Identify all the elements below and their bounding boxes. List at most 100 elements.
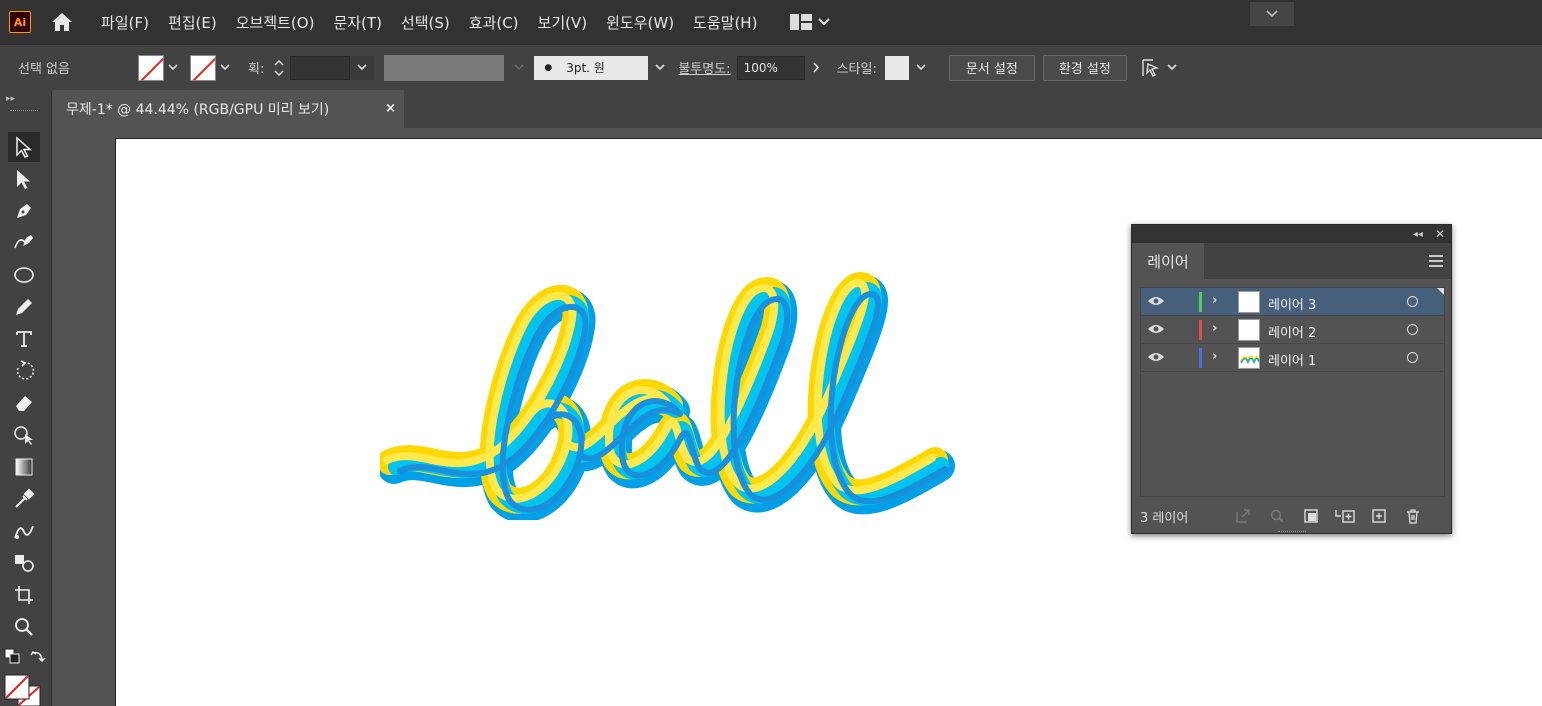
menu-item-5[interactable]: 효과(C) xyxy=(469,12,519,33)
close-panel-icon[interactable]: ✕ xyxy=(1435,227,1445,241)
panel-tabs: 레이어 xyxy=(1132,243,1451,279)
brush-definition[interactable]: ● 3pt. 원 xyxy=(534,55,649,80)
export-icon[interactable] xyxy=(1226,508,1260,524)
eye-icon[interactable] xyxy=(1147,322,1165,336)
pen-icon xyxy=(17,204,31,218)
layer-color-bar xyxy=(1199,320,1202,340)
opacity-field[interactable]: 100% xyxy=(736,55,805,80)
artboard-tool[interactable] xyxy=(8,580,40,610)
eraser-icon xyxy=(16,396,32,411)
menu-item-7[interactable]: 윈도우(W) xyxy=(606,12,674,33)
tab-layers[interactable]: 레이어 xyxy=(1132,243,1204,279)
selection-tool[interactable] xyxy=(8,132,40,162)
blend-icon xyxy=(14,525,34,539)
stroke-label: 획: xyxy=(248,62,265,77)
menu-item-2[interactable]: 오브젝트(O) xyxy=(236,12,315,33)
fill-swatch[interactable] xyxy=(138,54,164,81)
chevron-down-icon[interactable] xyxy=(504,64,534,71)
fill-stroke-indicator[interactable] xyxy=(4,674,44,706)
collapse-panel-icon[interactable]: ◂◂ xyxy=(1413,229,1423,240)
menu-item-6[interactable]: 보기(V) xyxy=(538,12,588,33)
pencil-tool[interactable] xyxy=(8,292,40,322)
menu-item-1[interactable]: 편집(E) xyxy=(168,12,217,33)
selection-status: 선택 없음 xyxy=(18,62,70,77)
locate-object-icon[interactable] xyxy=(1260,508,1294,524)
eraser-tool[interactable] xyxy=(8,388,40,418)
stroke-weight-stepper[interactable] xyxy=(272,59,286,76)
brush-name: 3pt. 원 xyxy=(566,61,605,75)
eye-icon[interactable] xyxy=(1147,294,1165,308)
chevron-down-icon xyxy=(818,18,831,26)
chevron-down-icon[interactable] xyxy=(350,55,375,80)
stroke-swatch[interactable] xyxy=(190,54,216,81)
document-tab[interactable]: 무제-1* @ 44.44% (RGB/GPU 미리 보기) × xyxy=(52,90,404,128)
eye-icon[interactable] xyxy=(1147,350,1165,364)
type-tool[interactable] xyxy=(8,324,40,354)
new-layer-icon[interactable] xyxy=(1362,508,1396,524)
zoom-tool[interactable] xyxy=(8,612,40,642)
ball-lettering-artwork[interactable] xyxy=(380,270,960,520)
menu-items: 파일(F) 편집(E) 오브젝트(O) 문자(T) 선택(S) 효과(C) 보기(V) 윈도우… xyxy=(101,12,776,33)
gradient-tool[interactable] xyxy=(8,452,40,482)
swap-colors-icon[interactable] xyxy=(30,648,46,668)
control-bar: 선택 없음 획: ● 3pt. 원 불투명도: 100% 스타일: 문서 설정 … xyxy=(0,44,1542,90)
menu-item-4[interactable]: 선택(S) xyxy=(401,12,450,33)
document-setup-button[interactable]: 문서 설정 xyxy=(948,54,1035,81)
pen-tool[interactable] xyxy=(8,196,40,226)
stroke-weight-field[interactable] xyxy=(290,55,351,80)
panel-grip-icon[interactable]: ▸▸ xyxy=(6,94,15,104)
menu-item-0[interactable]: 파일(F) xyxy=(101,12,149,33)
layer-row[interactable]: › 레이어 2 xyxy=(1141,316,1444,344)
chevron-right-icon[interactable] xyxy=(805,62,829,73)
target-icon[interactable] xyxy=(1407,352,1418,363)
panel-titlebar[interactable]: ◂◂ ✕ xyxy=(1132,225,1451,243)
chevron-down-icon[interactable] xyxy=(164,64,182,71)
new-sublayer-icon[interactable] xyxy=(1328,508,1362,524)
panel-resize-grip[interactable] xyxy=(1278,531,1306,535)
chevron-down-icon[interactable] xyxy=(648,64,672,71)
symbol-sprayer-tool[interactable] xyxy=(8,548,40,578)
layer-thumbnail xyxy=(1238,319,1260,341)
layer-name[interactable]: 레이어 1 xyxy=(1268,350,1316,369)
layer-row[interactable]: › 레이어 3 xyxy=(1141,288,1444,316)
opacity-label[interactable]: 불투명도: xyxy=(678,58,730,77)
expand-arrow-icon[interactable]: › xyxy=(1212,349,1217,364)
layer-color-bar xyxy=(1199,348,1202,368)
curvature-tool[interactable] xyxy=(8,228,40,258)
expand-arrow-icon[interactable]: › xyxy=(1212,293,1217,308)
shape-builder-tool[interactable] xyxy=(8,420,40,450)
direct-arrow-icon xyxy=(17,170,30,189)
grip-handle[interactable] xyxy=(10,110,38,114)
blend-tool[interactable] xyxy=(8,516,40,546)
expand-arrow-icon[interactable]: › xyxy=(1212,321,1217,336)
preferences-button[interactable]: 환경 설정 xyxy=(1042,54,1127,81)
collapse-button[interactable] xyxy=(1250,2,1294,26)
layer-row[interactable]: › 레이어 1 xyxy=(1141,344,1444,372)
target-icon[interactable] xyxy=(1407,296,1418,307)
layer-name[interactable]: 레이어 2 xyxy=(1268,322,1316,341)
current-layer-indicator-icon xyxy=(1437,288,1444,295)
chevron-down-icon[interactable] xyxy=(909,64,933,71)
default-colors-icon[interactable] xyxy=(4,648,20,668)
graphic-style-swatch[interactable] xyxy=(884,55,909,80)
layer-name[interactable]: 레이어 3 xyxy=(1268,294,1316,313)
rotate-tool[interactable] xyxy=(8,356,40,386)
eyedropper-tool[interactable] xyxy=(8,484,40,514)
home-icon[interactable] xyxy=(49,9,75,35)
layer-color-bar xyxy=(1199,292,1202,312)
menu-item-3[interactable]: 문자(T) xyxy=(333,12,381,33)
workspace-switcher[interactable] xyxy=(790,14,831,30)
variable-width-profile[interactable] xyxy=(384,54,505,81)
target-icon[interactable] xyxy=(1407,324,1418,335)
direct-selection-tool[interactable] xyxy=(8,164,40,194)
close-icon[interactable]: × xyxy=(385,101,396,116)
ellipse-tool[interactable] xyxy=(8,260,40,290)
trash-icon[interactable] xyxy=(1396,508,1430,524)
chevron-down-icon[interactable] xyxy=(216,64,234,71)
clipping-mask-icon[interactable] xyxy=(1294,508,1328,524)
arrange-icon[interactable] xyxy=(1139,58,1177,78)
panel-menu-icon[interactable] xyxy=(1429,255,1443,270)
menu-item-8[interactable]: 도움말(H) xyxy=(693,12,757,33)
type-icon xyxy=(16,331,32,347)
zoom-icon xyxy=(15,618,33,636)
